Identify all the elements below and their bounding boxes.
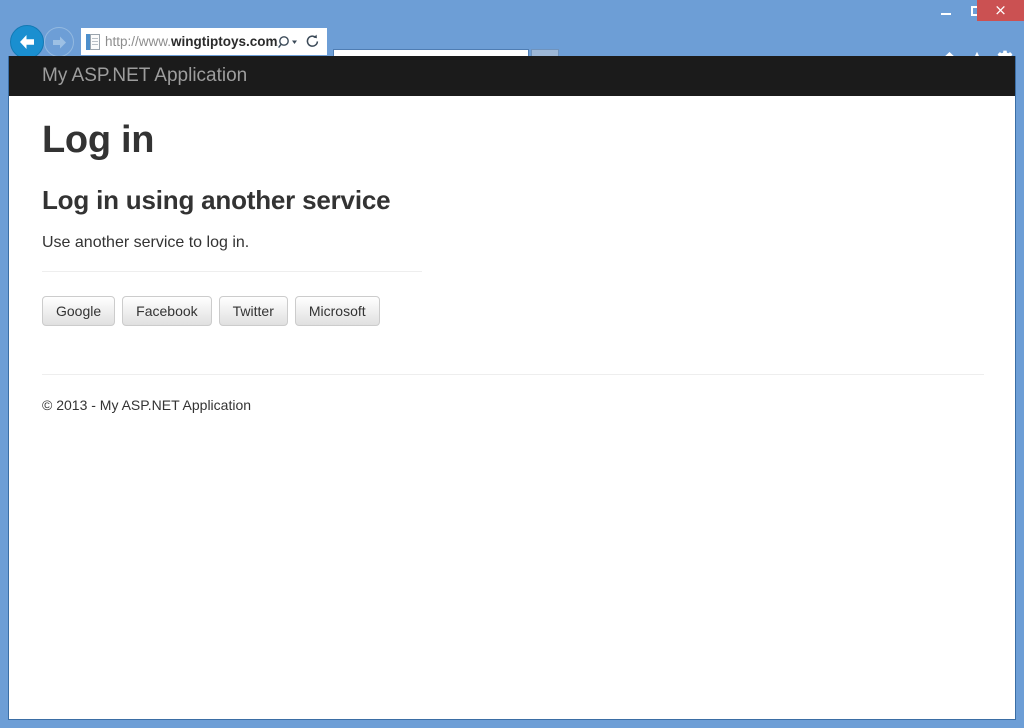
forward-arrow-icon: [52, 36, 66, 48]
section-heading: Log in using another service: [42, 185, 391, 215]
page-icon: [86, 33, 100, 50]
page-content: Log in Log in using another service Use …: [9, 96, 1015, 415]
page-title: Log in: [42, 119, 155, 161]
external-login-section: Log in using another service Use another…: [42, 162, 422, 326]
back-button[interactable]: [10, 25, 44, 59]
url-scheme: http://www.: [105, 34, 172, 49]
microsoft-login-button[interactable]: Microsoft: [294, 296, 380, 326]
address-bar[interactable]: http://www.wingtiptoys.com/: [80, 27, 328, 56]
site-navbar: My ASP.NET Application: [9, 56, 1015, 96]
close-window-button[interactable]: ×: [977, 0, 1024, 21]
facebook-login-button[interactable]: Facebook: [122, 296, 212, 326]
section-divider: [42, 271, 422, 272]
search-magnifier-icon: [278, 35, 297, 48]
browser-toolbar: http://www.wingtiptoys.com/: [0, 22, 1024, 78]
provider-button-group: Google Facebook Twitter Microsoft: [42, 296, 422, 326]
section-description: Use another service to log in.: [42, 234, 250, 251]
search-icon[interactable]: [278, 35, 301, 49]
back-arrow-icon: [20, 35, 34, 49]
url-text[interactable]: http://www.wingtiptoys.com/: [105, 34, 278, 49]
refresh-icon: [306, 34, 319, 47]
forward-button[interactable]: [44, 27, 74, 57]
url-host: wingtiptoys.com: [171, 34, 278, 49]
page-viewport: My ASP.NET Application Log in Log in usi…: [8, 56, 1016, 720]
close-icon: ×: [994, 1, 1007, 19]
footer-copyright: © 2013 - My ASP.NET Application: [42, 397, 252, 413]
minimize-icon: [941, 13, 951, 15]
window-titlebar: ×: [0, 0, 1024, 22]
browser-window: × http://www.wingtiptoys.com/: [0, 0, 1024, 728]
minimize-button[interactable]: [931, 0, 961, 21]
page-footer: © 2013 - My ASP.NET Application: [42, 374, 984, 415]
refresh-button[interactable]: [305, 34, 320, 49]
google-login-button[interactable]: Google: [42, 296, 116, 326]
twitter-login-button[interactable]: Twitter: [218, 296, 288, 326]
navbar-brand[interactable]: My ASP.NET Application: [42, 65, 247, 87]
